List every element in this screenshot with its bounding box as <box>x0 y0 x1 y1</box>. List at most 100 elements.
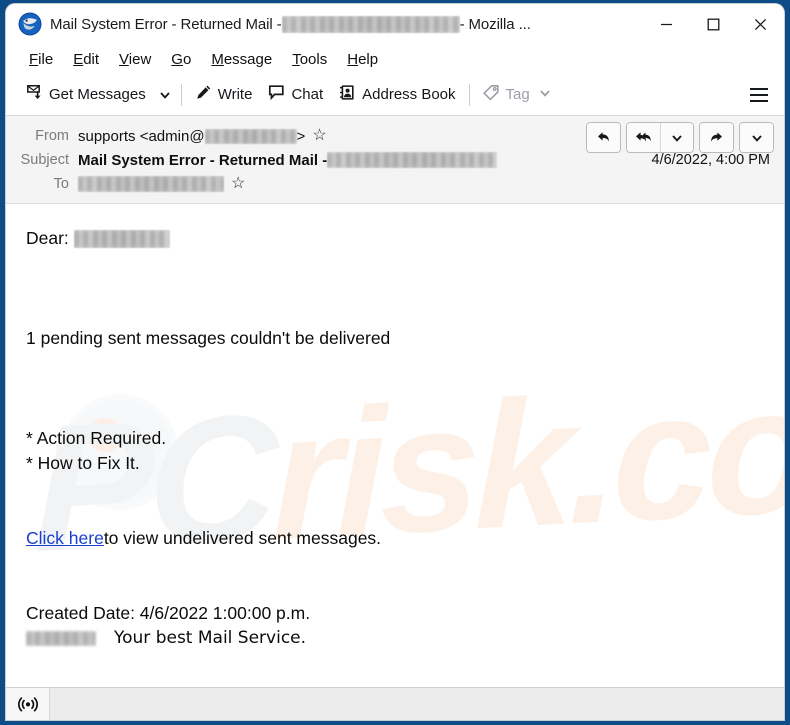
main-toolbar: Get Messages Write Chat Address Book Tag <box>6 74 784 116</box>
app-menu-hamburger-icon[interactable] <box>742 80 776 110</box>
reply-all-dropdown-chevron-down-icon[interactable] <box>660 123 693 152</box>
tag-dropdown-chevron-down-icon[interactable] <box>539 86 551 103</box>
menu-view[interactable]: View <box>110 48 160 71</box>
menu-file-accel: F <box>29 50 39 68</box>
redacted-recipient-name <box>73 229 170 248</box>
maximize-icon[interactable] <box>690 4 737 44</box>
get-messages-button[interactable]: Get Messages <box>18 80 154 110</box>
body-spacer-4 <box>26 351 764 376</box>
menu-message-accel: M <box>211 50 224 68</box>
body-spacer-3 <box>26 301 764 326</box>
menu-tools-rest: ools <box>299 50 328 68</box>
forward-group <box>699 122 734 153</box>
thunderbird-window: Mail System Error - Returned Mail - - Mo… <box>6 4 784 720</box>
menu-help-rest: elp <box>358 50 379 68</box>
get-messages-icon <box>26 84 43 105</box>
get-messages-dropdown[interactable] <box>154 80 176 110</box>
chat-button[interactable]: Chat <box>260 80 331 110</box>
body-signature-line: Your best Mail Service. <box>26 626 764 651</box>
star-icon-from[interactable]: ☆ <box>312 128 326 144</box>
reply-all-icon[interactable] <box>627 123 660 152</box>
minimize-icon[interactable] <box>643 4 690 44</box>
reply-icon[interactable] <box>587 123 620 152</box>
tag-button[interactable]: Tag <box>475 80 559 110</box>
window-title-suffix: - Mozilla ... <box>459 15 531 33</box>
body-bullet-1-line: * Action Required. <box>26 426 764 451</box>
menu-tools-accel: T <box>292 50 300 68</box>
body-created-date-line: Created Date: 4/6/2022 1:00:00 p.m. <box>26 601 764 626</box>
body-spacer-7 <box>26 476 764 501</box>
menu-bar: File Edit View Go Message Tools Help <box>6 44 784 74</box>
thunderbird-icon <box>18 12 42 36</box>
body-spacer-2 <box>26 276 764 301</box>
pencil-icon <box>195 84 212 105</box>
status-bar <box>6 687 784 720</box>
from-address-text: supports <admin@ <box>78 127 205 145</box>
window-controls <box>643 4 784 44</box>
menu-file[interactable]: File <box>20 48 62 71</box>
message-header: From supports <admin@ > ☆ Subject Mail Sy… <box>6 116 784 204</box>
close-icon[interactable] <box>737 4 784 44</box>
address-book-button[interactable]: Address Book <box>331 80 463 110</box>
body-signature: Your best Mail Service. <box>114 628 307 648</box>
star-icon-to[interactable]: ☆ <box>231 176 245 192</box>
tag-label: Tag <box>505 86 530 103</box>
body-spacer-8 <box>26 501 764 526</box>
body-greeting: Dear: <box>26 227 69 248</box>
chat-bubble-icon <box>268 84 285 105</box>
redacted-subject-email <box>327 152 498 168</box>
subject-label: Subject <box>20 152 69 168</box>
header-row-to: To ☆ <box>16 172 774 196</box>
message-body: PCrisk.com Dear: 1 pending sent messages… <box>6 204 784 687</box>
body-bullet-2: * How to Fix It. <box>26 452 140 473</box>
online-status-icon[interactable] <box>6 688 50 720</box>
subject-value: Mail System Error - Returned Mail - <box>78 151 498 169</box>
write-button[interactable]: Write <box>187 80 261 110</box>
click-here-link[interactable]: Click here <box>26 529 104 548</box>
write-label: Write <box>217 86 253 103</box>
more-actions-chevron-down-icon[interactable] <box>740 123 773 152</box>
toolbar-separator-1 <box>180 83 182 106</box>
message-date: 4/6/2022, 4:00 PM <box>651 152 771 168</box>
menu-message-rest: essage <box>223 50 273 68</box>
menu-message[interactable]: Message <box>202 48 281 71</box>
body-spacer-5 <box>26 376 764 401</box>
redacted-to-email <box>78 176 224 192</box>
body-bullet-1: * Action Required. <box>26 427 167 448</box>
menu-tools[interactable]: Tools <box>283 48 336 71</box>
menu-edit[interactable]: Edit <box>64 48 108 71</box>
more-actions-group <box>739 122 774 153</box>
chat-label: Chat <box>291 86 324 103</box>
title-bar: Mail System Error - Returned Mail - - Mo… <box>6 4 784 44</box>
reply-group <box>586 122 621 153</box>
address-book-icon <box>339 84 356 105</box>
body-spacer-6 <box>26 401 764 426</box>
menu-edit-rest: dit <box>83 50 100 68</box>
menu-view-accel: V <box>119 50 129 68</box>
redacted-sender-brand <box>26 631 96 646</box>
to-label: To <box>53 176 69 192</box>
from-value[interactable]: supports <admin@ > ☆ <box>78 128 327 145</box>
body-greeting-line: Dear: <box>26 226 764 251</box>
from-label: From <box>35 128 69 144</box>
get-messages-label: Get Messages <box>49 86 146 103</box>
toolbar-separator-2 <box>468 83 470 106</box>
body-bullet-2-line: * How to Fix It. <box>26 451 764 476</box>
menu-go[interactable]: Go <box>162 48 200 71</box>
subject-text: Mail System Error - Returned Mail - <box>78 151 328 169</box>
body-spacer-9 <box>26 551 764 576</box>
body-notice: 1 pending sent messages couldn't be deli… <box>26 327 391 348</box>
to-value[interactable]: ☆ <box>78 176 245 192</box>
menu-view-rest: iew <box>128 50 152 68</box>
menu-help[interactable]: Help <box>338 48 387 71</box>
address-book-label: Address Book <box>362 86 456 103</box>
body-created-date: Created Date: 4/6/2022 1:00:00 p.m. <box>26 602 311 623</box>
forward-icon[interactable] <box>700 123 733 152</box>
menu-go-rest: o <box>182 50 192 68</box>
window-title-prefix: Mail System Error - Returned Mail - <box>50 15 282 33</box>
window-title: Mail System Error - Returned Mail - - Mo… <box>50 15 531 33</box>
message-body-text: Dear: 1 pending sent messages couldn't b… <box>26 226 764 651</box>
menu-edit-accel: E <box>73 50 84 68</box>
menu-help-accel: H <box>347 50 359 68</box>
body-spacer-1 <box>26 251 764 276</box>
